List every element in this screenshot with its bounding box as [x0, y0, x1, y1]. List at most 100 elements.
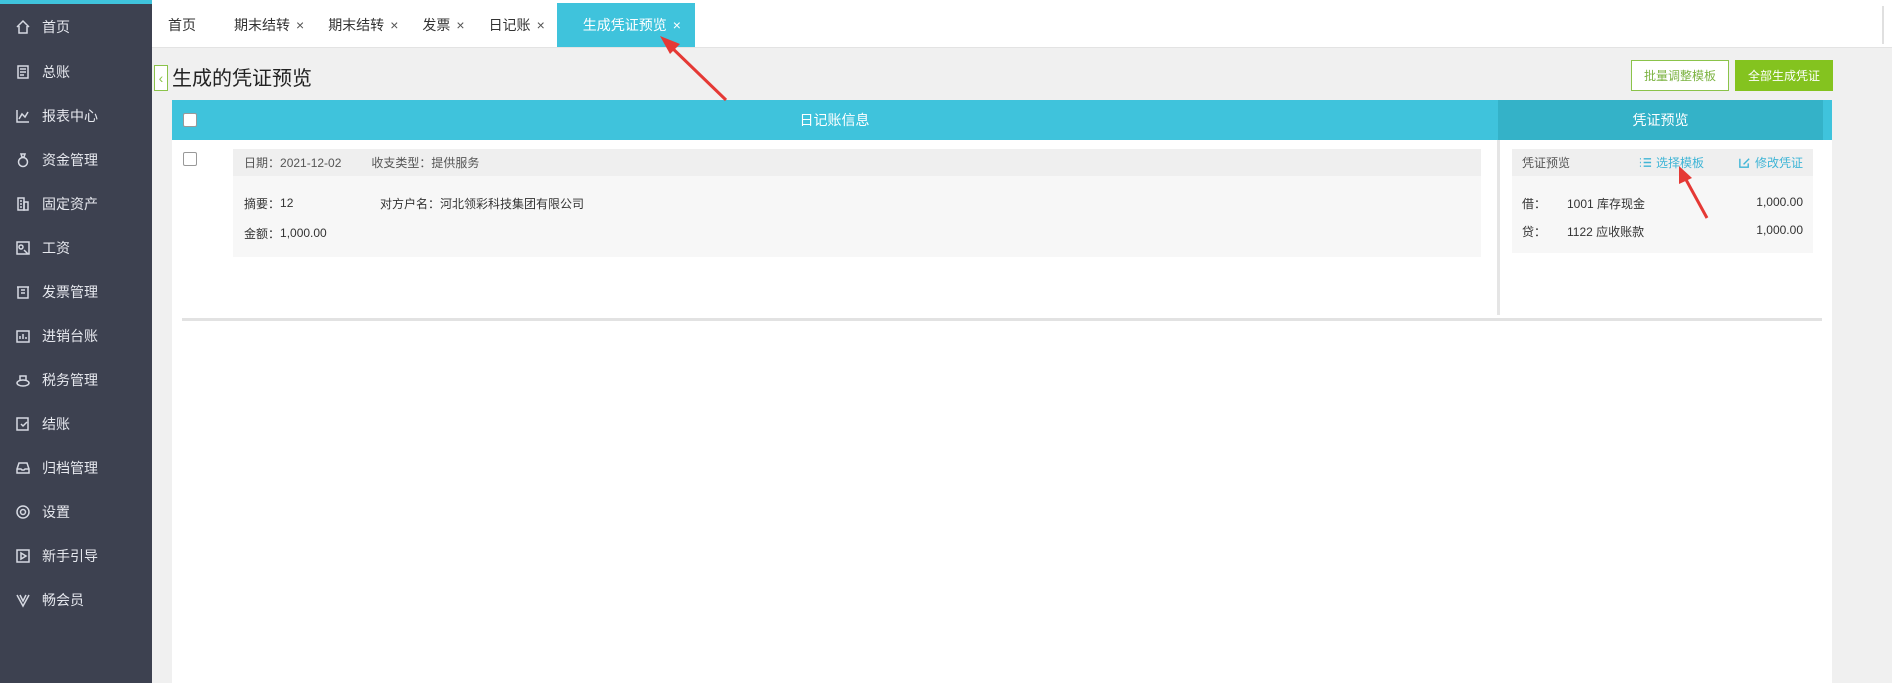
table-bottom-border: [182, 318, 1822, 321]
sidebar-item-vip[interactable]: 畅会员: [0, 578, 152, 622]
sidebar-item-label: 畅会员: [42, 592, 84, 608]
home-icon: [14, 18, 32, 36]
date-label: 日期：: [244, 156, 281, 170]
tab-period-end-transfer-1[interactable]: 期末结转 ×: [222, 3, 316, 47]
entry-side: 贷：: [1522, 225, 1547, 239]
entry-account: 1122 应收账款: [1567, 225, 1645, 239]
preview-panel: 日记账信息 凭证预览 日期： 2021-12-02 收支类型： 提供服务 摘要：…: [172, 100, 1832, 683]
date-value: 2021-12-02: [280, 155, 342, 170]
sidebar-item-label: 税务管理: [42, 372, 98, 388]
entry-account: 1001 库存现金: [1567, 197, 1646, 211]
page-title: 生成的凭证预览: [172, 68, 312, 90]
sidebar-item-label: 首页: [42, 19, 70, 35]
close-icon[interactable]: ×: [537, 17, 545, 33]
salary-icon: [14, 239, 32, 257]
sidebar-item-salary[interactable]: 工资: [0, 226, 152, 270]
voucher-entry: 借： 1001 库存现金 1,000.00: [1512, 189, 1813, 217]
archive-icon: [14, 459, 32, 477]
voucher-preview-header: 凭证预览: [1498, 100, 1823, 140]
column-divider: [1497, 140, 1500, 315]
tab-label: 日记账: [488, 17, 531, 33]
generate-all-vouchers-button[interactable]: 全部生成凭证: [1735, 60, 1833, 91]
gear-icon: [14, 503, 32, 521]
sidebar-item-label: 结账: [42, 416, 70, 432]
invoice-icon: [14, 283, 32, 301]
close-icon[interactable]: ×: [673, 17, 681, 33]
sidebar-item-tax[interactable]: 税务管理: [0, 358, 152, 402]
sidebar-item-label: 固定资产: [42, 196, 98, 212]
building-icon: [14, 195, 32, 213]
tab-label: 发票: [422, 17, 451, 33]
summary-value: 12: [280, 196, 294, 210]
sidebar-item-invoices[interactable]: 发票管理: [0, 270, 152, 314]
row-checkbox[interactable]: [183, 152, 197, 166]
sidebar-item-label: 发票管理: [42, 284, 98, 300]
type-value: 提供服务: [431, 156, 480, 170]
journal-entry-card: 日期： 2021-12-02 收支类型： 提供服务 摘要： 12 对方户名： 河…: [233, 149, 1481, 257]
sidebar-item-ledger[interactable]: 总账: [0, 50, 152, 94]
header-strip: [1823, 100, 1832, 140]
sidebar-item-label: 总账: [42, 64, 70, 80]
entry-side: 借：: [1522, 197, 1547, 211]
close-icon[interactable]: ×: [456, 17, 464, 33]
sidebar-item-fixed-assets[interactable]: 固定资产: [0, 182, 152, 226]
tab-journal[interactable]: 日记账 ×: [477, 3, 557, 47]
select-template-label: 选择模板: [1656, 156, 1705, 170]
close-icon[interactable]: ×: [390, 17, 398, 33]
voucher-entry: 贷： 1122 应收账款 1,000.00: [1512, 217, 1813, 245]
voucher-preview-toolbar: 凭证预览 选择模板 修改凭证: [1512, 149, 1813, 176]
sidebar-item-label: 进销台账: [42, 328, 98, 344]
sidebar-item-guide[interactable]: 新手引导: [0, 534, 152, 578]
amount-value: 1,000.00: [280, 226, 327, 240]
sidebar-item-inventory[interactable]: 进销台账: [0, 314, 152, 358]
type-label: 收支类型：: [371, 156, 432, 170]
counterparty-label: 对方户名：: [380, 196, 441, 211]
entry-amount: 1,000.00: [1756, 223, 1803, 237]
sidebar-item-home[interactable]: 首页: [0, 4, 152, 50]
select-all-checkbox[interactable]: [183, 113, 197, 127]
tab-voucher-preview[interactable]: 生成凭证预览 ×: [556, 3, 695, 47]
journal-entry-line: 金额： 1,000.00: [233, 218, 1481, 248]
tab-home[interactable]: 首页: [158, 3, 222, 47]
inventory-icon: [14, 327, 32, 345]
tab-invoice[interactable]: 发票 ×: [410, 3, 476, 47]
sidebar-item-reports[interactable]: 报表中心: [0, 94, 152, 138]
sidebar-item-settings[interactable]: 设置: [0, 490, 152, 534]
tab-label: 期末结转: [328, 17, 385, 33]
sidebar-item-label: 资金管理: [42, 152, 98, 168]
close-icon[interactable]: ×: [296, 17, 304, 33]
sidebar-item-label: 归档管理: [42, 460, 98, 476]
tabbar-edge: [1882, 6, 1884, 44]
edit-icon: [1739, 158, 1750, 168]
select-template-link[interactable]: 选择模板: [1639, 149, 1704, 176]
list-icon: [1639, 158, 1652, 167]
batch-adjust-template-button[interactable]: 批量调整模板: [1631, 60, 1729, 91]
tab-label: 首页: [168, 17, 196, 33]
tab-label: 期末结转: [234, 17, 290, 33]
checkout-icon: [14, 415, 32, 433]
sidebar-item-label: 报表中心: [42, 108, 98, 124]
entry-amount: 1,000.00: [1756, 195, 1803, 209]
tax-icon: [14, 371, 32, 389]
collapse-chevron-left-icon[interactable]: ‹: [154, 65, 168, 91]
sidebar-item-funds[interactable]: 资金管理: [0, 138, 152, 182]
voucher-preview-title: 凭证预览: [1522, 156, 1571, 170]
sidebar-item-checkout[interactable]: 结账: [0, 402, 152, 446]
voucher-preview-card: 凭证预览 选择模板 修改凭证 借： 1001 库存现金 1,000.00 贷： …: [1512, 149, 1813, 253]
sidebar-item-label: 设置: [42, 504, 70, 520]
tab-period-end-transfer-2[interactable]: 期末结转 ×: [316, 3, 410, 47]
chart-icon: [14, 107, 32, 125]
journal-entry-meta: 日期： 2021-12-02 收支类型： 提供服务: [233, 149, 1481, 176]
table-header: 日记账信息 凭证预览: [172, 100, 1832, 140]
journal-entry-line: 摘要： 12 对方户名： 河北领彩科技集团有限公司: [233, 188, 1481, 218]
journal-info-header: 日记账信息: [799, 112, 870, 128]
sidebar-item-archive[interactable]: 归档管理: [0, 446, 152, 490]
edit-voucher-label: 修改凭证: [1755, 156, 1804, 170]
ledger-icon: [14, 63, 32, 81]
sidebar-item-label: 工资: [42, 240, 70, 256]
tab-label: 生成凭证预览: [582, 17, 667, 33]
edit-voucher-link[interactable]: 修改凭证: [1738, 149, 1803, 176]
counterparty-value: 河北领彩科技集团有限公司: [440, 196, 585, 211]
page-content: ‹ 生成的凭证预览 批量调整模板 全部生成凭证 日记账信息 凭证预览 日期： 2…: [154, 60, 1833, 683]
play-guide-icon: [14, 547, 32, 565]
